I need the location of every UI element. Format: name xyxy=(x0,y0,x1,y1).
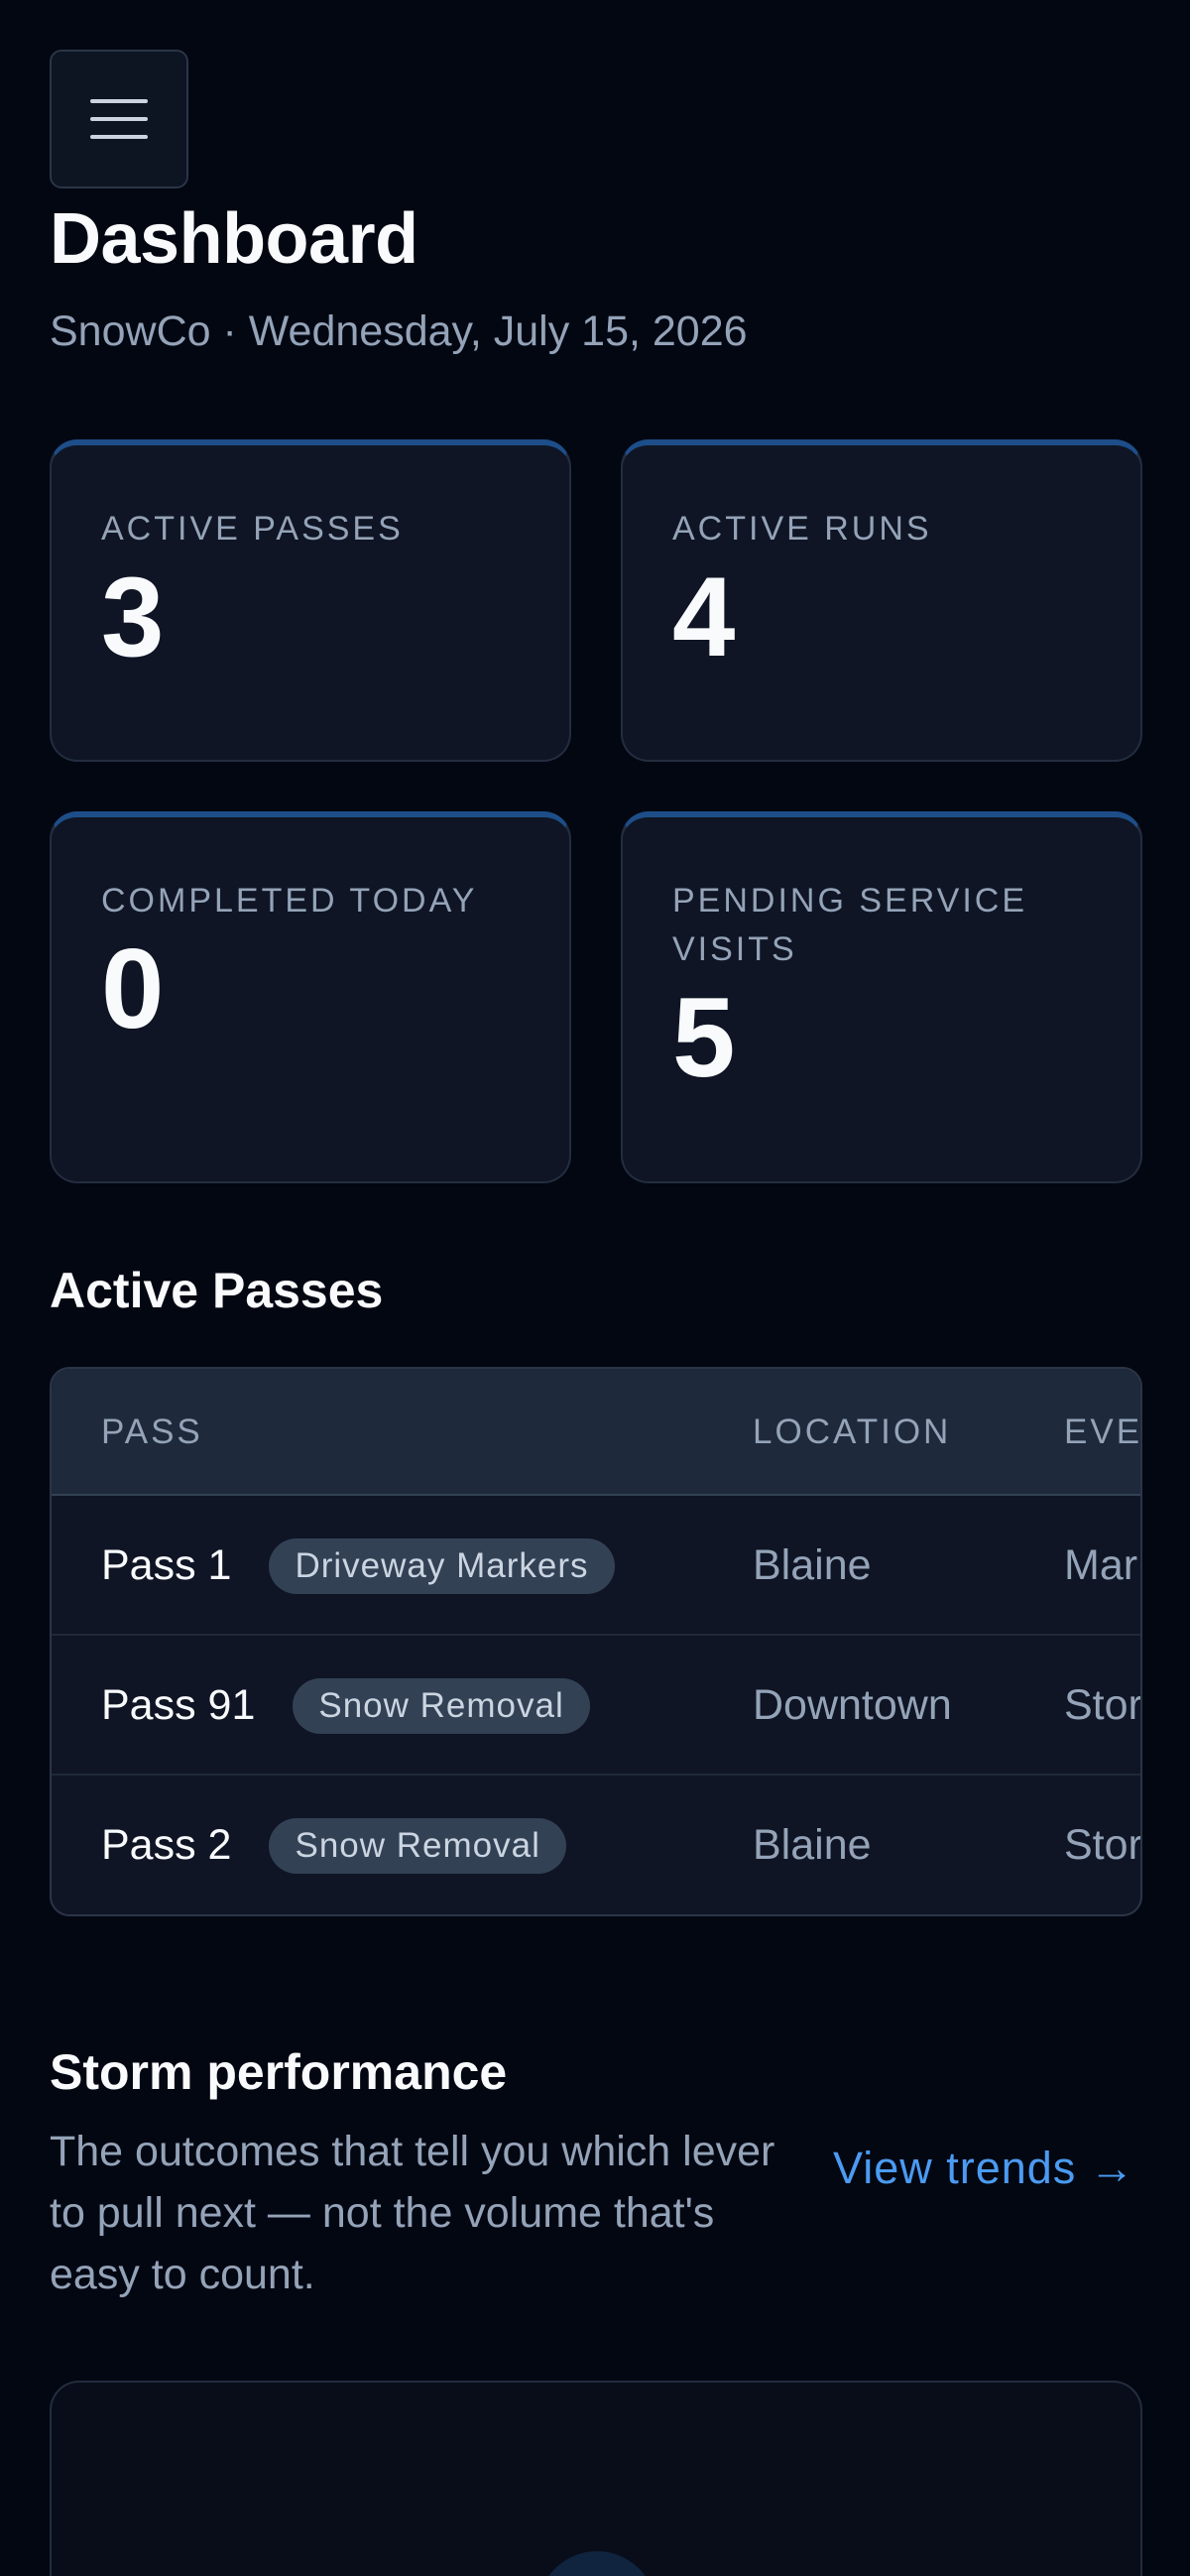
storm-performance-panel xyxy=(50,2381,1142,2576)
column-header-pass: PASS xyxy=(101,1412,203,1451)
stat-value: 5 xyxy=(672,975,736,1101)
active-passes-table[interactable]: PASS LOCATION EVE Pass 1 Driveway Marker… xyxy=(50,1367,1142,1916)
location-cell: Blaine xyxy=(753,1821,872,1869)
table-row[interactable]: Pass 1 Driveway Markers Blaine Mar xyxy=(52,1496,1140,1636)
table-header: PASS LOCATION EVE xyxy=(52,1369,1140,1496)
hamburger-menu-icon xyxy=(90,99,148,139)
event-cell: Mar xyxy=(1064,1541,1138,1589)
stat-label: PENDING SERVICE VISITS xyxy=(672,882,1028,968)
column-header-event: EVE xyxy=(1064,1412,1142,1451)
stat-value: 4 xyxy=(672,554,736,680)
location-cell: Blaine xyxy=(753,1541,872,1589)
event-cell: Stor xyxy=(1064,1821,1142,1869)
pass-type-badge: Snow Removal xyxy=(269,1817,566,1874)
pass-type-badge: Snow Removal xyxy=(293,1677,590,1734)
pass-name: Pass 1 xyxy=(101,1541,232,1589)
pass-cell: Pass 1 Driveway Markers xyxy=(101,1496,615,1636)
storm-performance-heading: Storm performance xyxy=(50,2044,508,2100)
pass-name: Pass 2 xyxy=(101,1821,232,1869)
menu-button[interactable] xyxy=(50,50,188,188)
table-row[interactable]: Pass 91 Snow Removal Downtown Stor xyxy=(52,1636,1140,1776)
storm-performance-description: The outcomes that tell you which lever t… xyxy=(50,2128,775,2298)
stat-card-pending-service-visits: PENDING SERVICE VISITS 5 xyxy=(621,811,1142,1183)
loading-indicator xyxy=(537,2551,656,2576)
event-cell: Stor xyxy=(1064,1681,1142,1729)
location-cell: Downtown xyxy=(753,1681,952,1729)
active-passes-heading: Active Passes xyxy=(50,1263,384,1318)
pass-cell: Pass 2 Snow Removal xyxy=(101,1776,566,1914)
page-title: Dashboard xyxy=(50,199,418,279)
pass-name: Pass 91 xyxy=(101,1681,256,1729)
stat-label: COMPLETED TODAY xyxy=(101,882,478,920)
stat-label: ACTIVE RUNS xyxy=(672,510,932,548)
stat-value: 3 xyxy=(101,554,165,680)
stat-card-completed-today: COMPLETED TODAY 0 xyxy=(50,811,571,1183)
page-subtitle: SnowCo · Wednesday, July 15, 2026 xyxy=(50,307,748,355)
stat-card-active-passes: ACTIVE PASSES 3 xyxy=(50,439,571,762)
table-row[interactable]: Pass 2 Snow Removal Blaine Stor xyxy=(52,1776,1142,1914)
pass-cell: Pass 91 Snow Removal xyxy=(101,1636,590,1776)
pass-type-badge: Driveway Markers xyxy=(269,1537,615,1594)
stat-value: 0 xyxy=(101,926,165,1052)
stat-card-active-runs: ACTIVE RUNS 4 xyxy=(621,439,1142,762)
view-trends-link[interactable]: View trends → xyxy=(833,2143,1135,2194)
column-header-location: LOCATION xyxy=(753,1412,952,1451)
stat-label: ACTIVE PASSES xyxy=(101,510,404,548)
